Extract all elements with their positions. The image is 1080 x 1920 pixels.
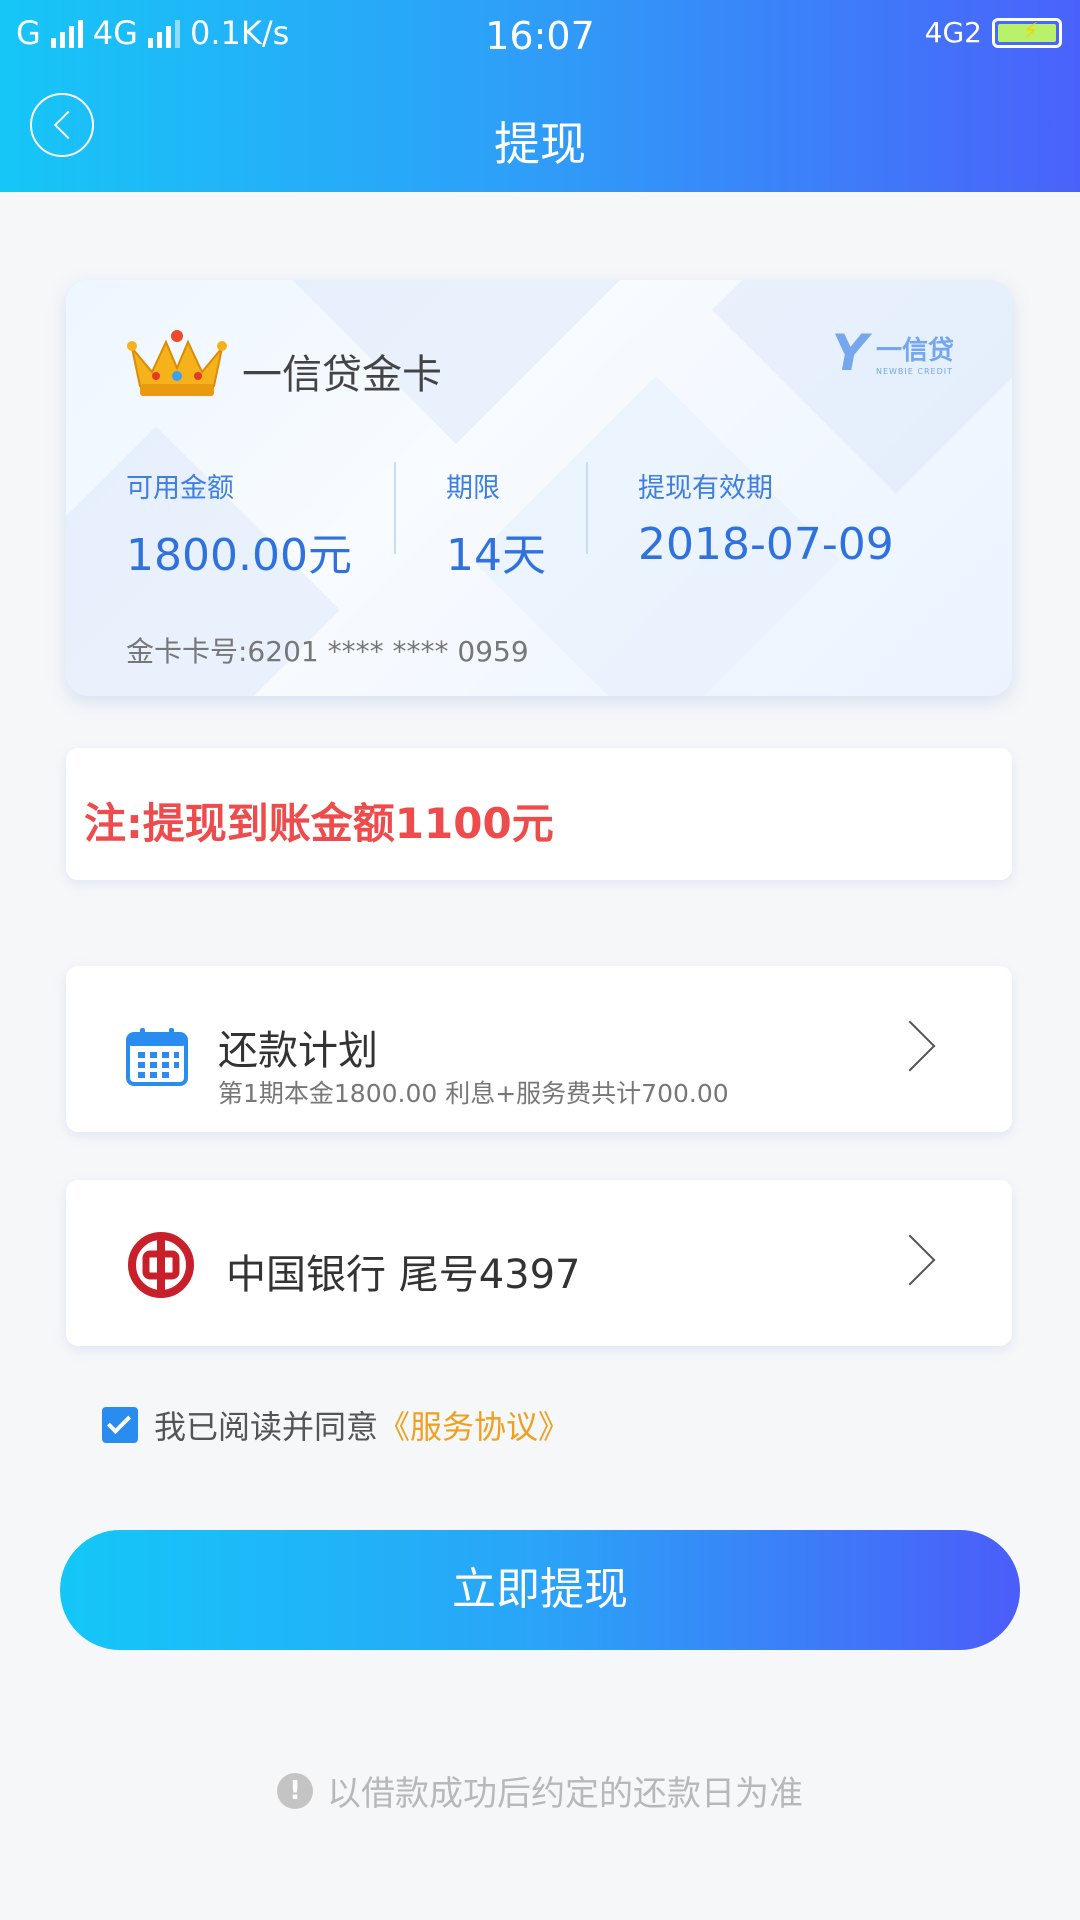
term-value: 14天 <box>446 530 546 581</box>
available-amount: 可用金额 1800.00元 <box>126 466 352 583</box>
tip-text: 以借款成功后约定的还款日为准 <box>327 1774 803 1814</box>
chevron-right-icon <box>884 1234 936 1286</box>
bank-of-china-icon <box>128 1232 194 1298</box>
brand-y-icon: Y <box>831 324 868 382</box>
crown-icon <box>127 330 227 396</box>
service-agreement-link[interactable]: 《服务协议》 <box>378 1402 570 1448</box>
plan-title: 还款计划 <box>218 1028 378 1074</box>
calendar-icon <box>126 1028 188 1086</box>
agree-checkbox[interactable] <box>102 1407 138 1443</box>
bank-account-row[interactable]: 中国银行 尾号4397 <box>66 1180 1012 1346</box>
header: G 4G 0.1K/s 16:07 4G2 ⚡ 提现 <box>0 0 1080 192</box>
battery-icon: ⚡ <box>992 17 1062 48</box>
bank-name: 中国银行 尾号4397 <box>226 1252 581 1298</box>
available-value: 1800.00元 <box>126 530 352 581</box>
divider <box>586 462 588 554</box>
term-label: 期限 <box>446 473 500 504</box>
gold-card: 一信贷金卡 Y 一信贷 NEWBIE CREDIT 可用金额 1800.00元 … <box>66 280 1012 696</box>
brand-name: 一信贷 <box>875 336 954 366</box>
status-right: 4G2 ⚡ <box>925 16 1062 49</box>
card-number: 金卡卡号:6201 **** **** 0959 <box>126 635 529 668</box>
valid-label: 提现有效期 <box>638 473 773 504</box>
status-time: 16:07 <box>485 14 595 58</box>
term: 期限 14天 <box>446 466 546 583</box>
brand-logo: Y 一信贷 NEWBIE CREDIT <box>832 328 954 378</box>
agreement: 我已阅读并同意 《服务协议》 <box>102 1402 570 1448</box>
valid-date: 提现有效期 2018-07-09 <box>638 466 894 570</box>
agree-text: 我已阅读并同意 <box>154 1408 379 1446</box>
status-bar: G 4G 0.1K/s 16:07 4G2 ⚡ <box>0 0 1080 76</box>
check-icon <box>106 1409 132 1435</box>
divider <box>394 462 396 554</box>
note-box: 注:提现到账金额1100元 <box>66 748 1012 880</box>
exclamation-icon: ! <box>277 1772 313 1809</box>
network-type: 4G2 <box>924 16 982 49</box>
card-title: 一信贷金卡 <box>242 352 442 398</box>
valid-value: 2018-07-09 <box>638 519 894 570</box>
withdraw-button[interactable]: 立即提现 <box>60 1530 1020 1650</box>
footer-tip: ! 以借款成功后约定的还款日为准 <box>0 1766 1080 1815</box>
brand-sub: NEWBIE CREDIT <box>875 367 953 376</box>
repayment-plan-row[interactable]: 还款计划 第1期本金1800.00 利息+服务费共计700.00 <box>66 966 1012 1132</box>
plan-subtitle: 第1期本金1800.00 利息+服务费共计700.00 <box>218 1079 729 1108</box>
available-label: 可用金额 <box>126 473 234 504</box>
chevron-right-icon <box>884 1020 936 1072</box>
note-text: 注:提现到账金额1100元 <box>84 799 554 848</box>
page-title: 提现 <box>494 117 586 171</box>
